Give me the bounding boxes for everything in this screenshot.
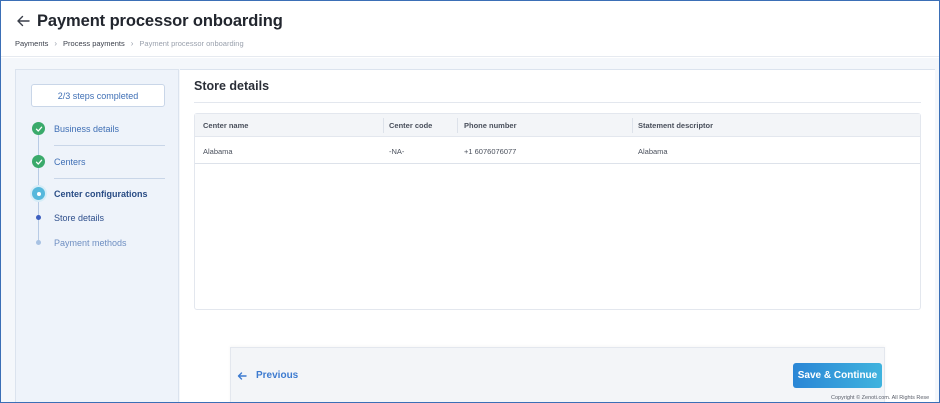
step-label: Centers	[54, 156, 86, 167]
section-title: Store details	[194, 79, 270, 93]
current-substep-dot-icon	[36, 215, 41, 220]
column-header-statement-descriptor: Statement descriptor	[638, 121, 714, 130]
save-continue-button[interactable]: Save & Continue	[793, 363, 882, 388]
substep-payment-methods[interactable]: Payment methods	[36, 238, 127, 248]
onboarding-stepper: 2/3 steps completed Business details Cen…	[15, 69, 179, 402]
substep-label: Payment methods	[54, 237, 127, 248]
column-header-center-code: Center code	[389, 121, 433, 130]
breadcrumb-payments[interactable]: Payments	[15, 39, 48, 48]
chevron-right-icon: ›	[54, 39, 58, 48]
step-centers[interactable]: Centers	[32, 155, 86, 168]
column-header-phone-number: Phone number	[464, 121, 517, 130]
column-separator	[383, 118, 384, 133]
upcoming-substep-dot-icon	[36, 240, 41, 245]
app-window: Payment processor onboarding Payments › …	[0, 0, 940, 403]
table-header: Center name Center code Phone number Sta…	[195, 114, 920, 137]
store-details-table: Center name Center code Phone number Sta…	[194, 113, 921, 310]
column-separator	[632, 118, 633, 133]
table-row[interactable]: Alabama -NA- +1 6076076077 Alabama	[195, 138, 920, 164]
substep-store-details[interactable]: Store details	[36, 213, 104, 223]
step-business-details[interactable]: Business details	[32, 122, 119, 135]
column-separator	[457, 118, 458, 133]
divider	[54, 145, 165, 146]
divider	[194, 102, 921, 103]
copyright-text: Copyright © Zenoti.com. All Rights Rese	[831, 395, 930, 401]
cell-center-code: -NA-	[389, 147, 405, 156]
chevron-right-icon: ›	[130, 39, 134, 48]
step-center-configurations[interactable]: Center configurations	[32, 187, 148, 200]
divider	[54, 178, 165, 179]
previous-label: Previous	[256, 370, 299, 381]
stepper-connector	[38, 200, 39, 242]
steps-progress: 2/3 steps completed	[31, 84, 165, 107]
breadcrumb-process-payments[interactable]: Process payments	[63, 39, 125, 48]
substep-label: Store details	[54, 212, 105, 223]
breadcrumb-current: Payment processor onboarding	[139, 39, 244, 48]
previous-button[interactable]: Previous	[237, 370, 298, 381]
page-header: Payment processor onboarding Payments › …	[1, 1, 939, 57]
cell-phone-number: +1 6076076077	[464, 147, 517, 156]
breadcrumb: Payments › Process payments › Payment pr…	[15, 39, 244, 48]
check-circle-icon	[32, 155, 45, 168]
page-title: Payment processor onboarding	[37, 12, 283, 30]
cell-center-name: Alabama	[203, 147, 233, 156]
arrow-left-icon	[237, 371, 247, 380]
column-header-center-name: Center name	[203, 121, 249, 130]
cell-statement-descriptor: Alabama	[638, 147, 668, 156]
step-label: Center configurations	[54, 188, 148, 199]
active-step-icon	[32, 187, 45, 200]
step-label: Business details	[54, 123, 120, 134]
action-bar: Previous Save & Continue	[230, 347, 885, 402]
check-circle-icon	[32, 122, 45, 135]
back-arrow-icon[interactable]	[15, 13, 31, 29]
